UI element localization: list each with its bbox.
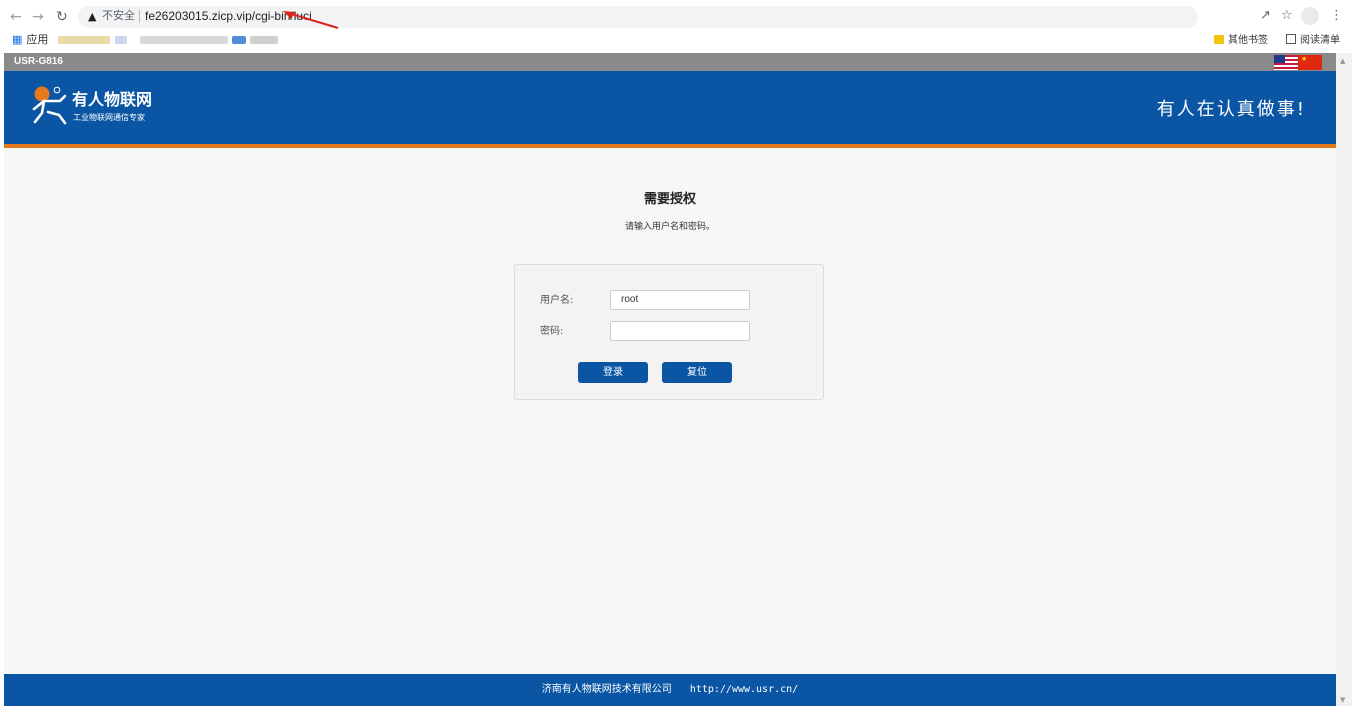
address-separator	[139, 10, 140, 23]
footer-text: 济南有人物联网技术有限公司 http://www.usr.cn/	[4, 684, 1336, 696]
username-label: 用户名:	[540, 295, 574, 306]
apps-grid-icon: ▦	[12, 33, 23, 46]
scroll-down-icon[interactable]: ▼	[1340, 696, 1345, 704]
annotation-arrow	[283, 11, 339, 29]
scroll-up-icon[interactable]: ▲	[1340, 57, 1345, 65]
password-input[interactable]	[610, 321, 750, 341]
reading-list-label: 阅读清单	[1300, 35, 1340, 46]
reset-button[interactable]: 复位	[662, 362, 732, 383]
site-header: 有人物联网 工业物联网通信专家 有人在认真做事!	[4, 71, 1336, 148]
vertical-scrollbar[interactable]: ▲ ▼	[1336, 53, 1352, 706]
login-form: 用户名: root 密码: 登录 复位	[514, 264, 824, 400]
bookmark-item[interactable]	[140, 36, 228, 44]
reading-list-icon	[1286, 34, 1296, 44]
folder-icon	[1214, 35, 1224, 44]
other-bookmarks-label: 其他书签	[1228, 35, 1268, 46]
bookmark-item[interactable]	[115, 36, 127, 44]
bookmark-item[interactable]	[250, 36, 278, 44]
slogan: 有人在认真做事!	[1156, 99, 1306, 120]
profile-icon[interactable]	[1301, 7, 1319, 25]
footer-website-link[interactable]: http://www.usr.cn/	[690, 684, 798, 695]
warning-icon[interactable]: ▲	[88, 10, 96, 24]
browser-toolbar: ← → ↻ ▲ 不安全 fe26203015.zicp.vip/cgi-bin/…	[0, 0, 1352, 34]
insecure-label[interactable]: 不安全	[102, 9, 135, 23]
forward-icon[interactable]: →	[32, 9, 44, 25]
back-icon[interactable]: ←	[10, 9, 22, 25]
cn-flag-icon[interactable]: ★	[1298, 55, 1322, 70]
menu-icon[interactable]: ⋮	[1330, 8, 1343, 24]
login-button[interactable]: 登录	[578, 362, 648, 383]
share-icon[interactable]: ↗	[1260, 8, 1271, 24]
footer-company: 济南有人物联网技术有限公司	[541, 684, 672, 695]
reading-list[interactable]: 阅读清单	[1286, 34, 1340, 48]
other-bookmarks[interactable]: 其他书签	[1214, 34, 1268, 48]
username-input[interactable]: root	[610, 290, 750, 310]
logo-icon	[32, 86, 67, 125]
reload-icon[interactable]: ↻	[56, 9, 68, 25]
top-strip: USR-G816 ★	[4, 53, 1336, 71]
bookmark-apps[interactable]: ▦ 应用	[12, 33, 48, 47]
page-title: 需要授权	[643, 192, 696, 207]
brand-name: 有人物联网	[72, 90, 153, 109]
bookmark-item[interactable]	[232, 36, 246, 44]
bookmark-item[interactable]	[58, 36, 110, 44]
page-description: 请输入用户名和密码。	[624, 222, 715, 232]
apps-label: 应用	[26, 33, 49, 46]
page-viewport: USR-G816 ★ 有人物联网 工业物联网通信专家 有人在认真做事! 需要授权…	[4, 53, 1336, 706]
model-name: USR-G816	[14, 56, 63, 67]
star-icon[interactable]: ☆	[1281, 8, 1293, 24]
password-label: 密码:	[540, 326, 564, 337]
us-flag-icon[interactable]	[1274, 55, 1298, 70]
site-footer: 济南有人物联网技术有限公司 http://www.usr.cn/	[4, 674, 1336, 706]
language-flags: ★	[1274, 55, 1322, 70]
brand-subtitle: 工业物联网通信专家	[73, 113, 145, 122]
